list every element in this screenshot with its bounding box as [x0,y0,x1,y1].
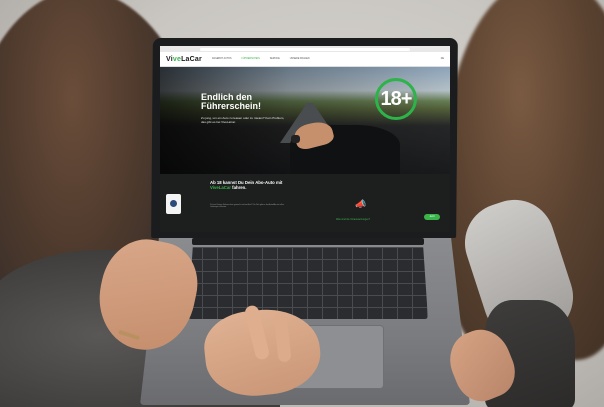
laptop-screen: ViveLaCar ANGEBOT AUTOS FÜHRERSCHEIN SER… [160,46,450,232]
touch-bar [192,238,424,245]
logo-part3: LaCar [181,55,202,63]
trust-seal-icon [166,194,181,214]
logo-part1: Vi [166,55,173,63]
headline-suffix: fahren. [230,185,247,191]
logo-part2: ve [172,55,182,63]
site-header: ViveLaCar ANGEBOT AUTOS FÜHRERSCHEIN SER… [160,52,450,67]
hero-banner: Endlich den Führerschein! Zu jung, um ei… [160,67,450,175]
info-section: Ab 18 kannst Du Dein Abo-Auto mit ViveLa… [160,174,450,232]
age-badge: 18+ [375,78,417,120]
nav-item-angebot[interactable]: ANGEBOT AUTOS [212,58,232,60]
browser-url-bar [200,47,410,51]
requirements-link[interactable]: Was sind die Voraussetzungen? [336,218,370,221]
nav-item-fragen[interactable]: UNSERE FRAGEN [290,58,310,60]
hero-title: Endlich den Führerschein! [201,92,262,112]
age-badge-text: 18+ [380,87,413,110]
megaphone-icon: 📣 [355,199,367,209]
site-logo[interactable]: ViveLaCar [166,56,202,63]
headline-brand: ViveLaCar [210,185,231,191]
watch-image [291,135,300,143]
nav-item-service[interactable]: SERVICE [270,58,280,60]
keyboard [188,247,428,319]
info-headline: Ab 18 kannst Du Dein Abo-Auto mit ViveLa… [210,180,290,190]
seal-emblem-icon [170,200,177,207]
info-body-text: Du hast Deinen Führerschein gemacht und … [210,204,284,209]
photo-scene: ViveLaCar ANGEBOT AUTOS FÜHRERSCHEIN SER… [0,0,604,407]
language-selector[interactable]: DE [441,58,444,60]
cta-button[interactable]: Jetzt [424,214,440,220]
nav-item-fuehrerschein[interactable]: FÜHRERSCHEIN [242,58,260,60]
hero-subtitle: Zu jung, um ein Auto zu leasen oder zu m… [201,116,285,124]
